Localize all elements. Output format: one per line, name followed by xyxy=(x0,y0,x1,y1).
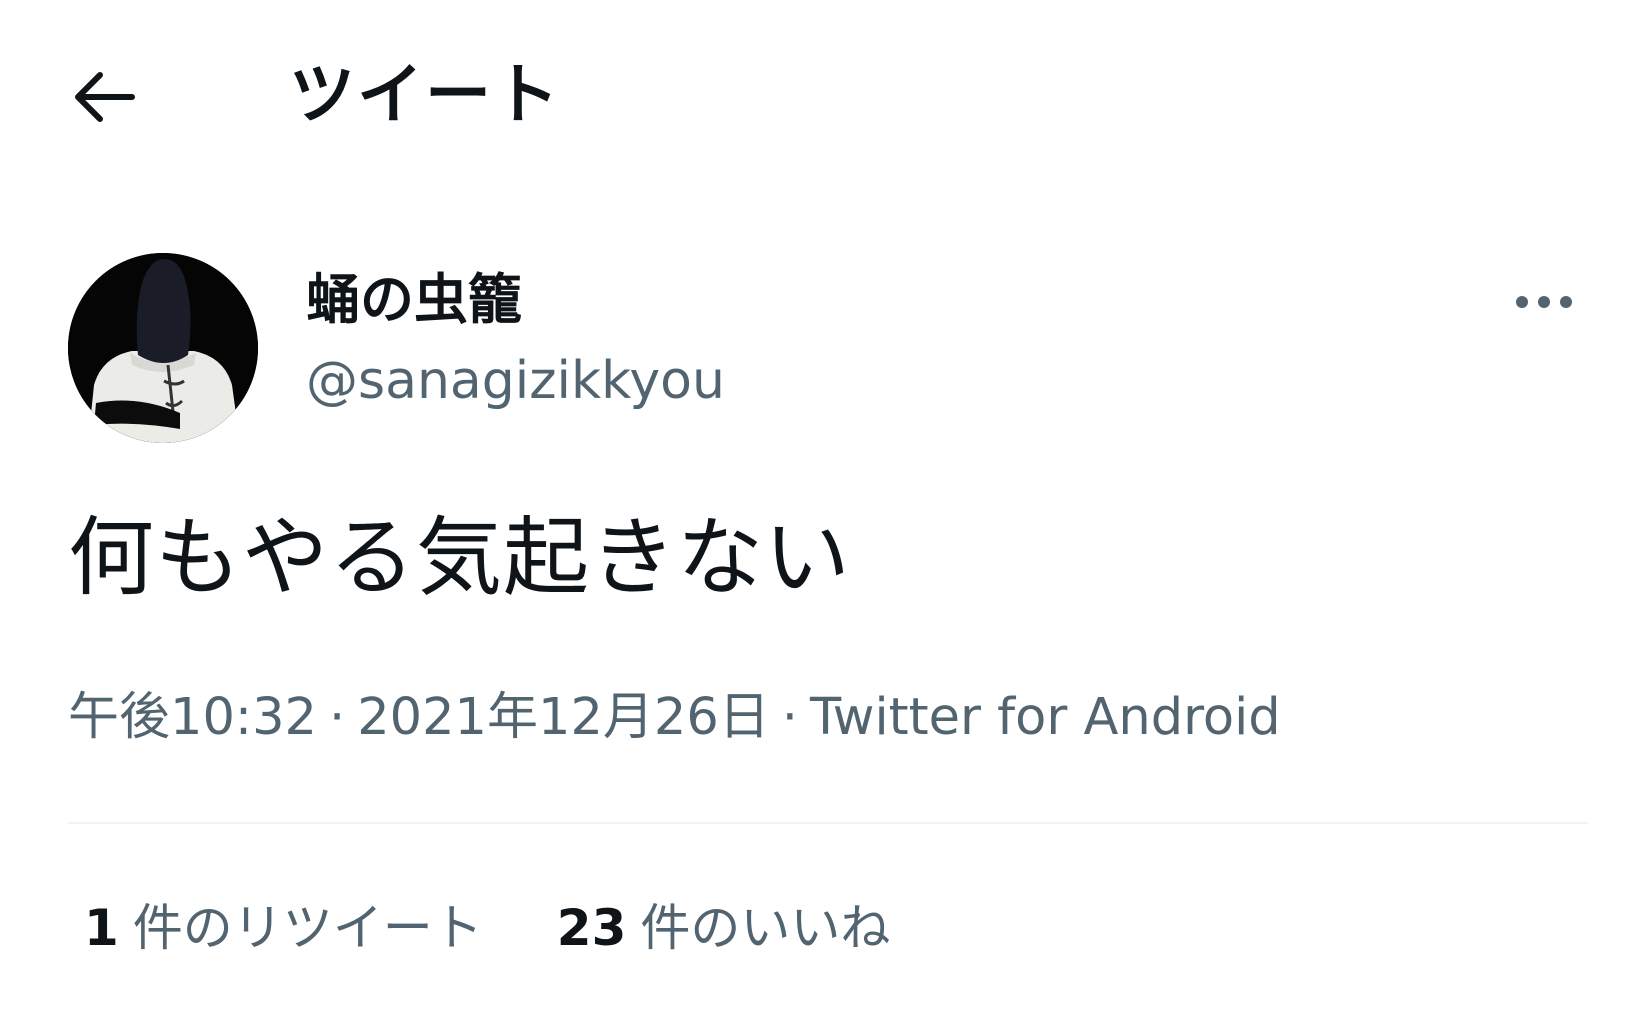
author-display-name[interactable]: 蛹の虫籠 xyxy=(306,262,522,338)
tweet-text: 何もやる気起きない xyxy=(68,508,851,608)
likes-label: 件のいいね xyxy=(640,899,891,957)
divider xyxy=(68,822,1588,824)
tweet-metadata: 午後10:32 · 2021年12月26日 · Twitter for Android xyxy=(68,682,1281,754)
top-bar: ツイート xyxy=(0,0,1644,190)
meta-separator: · xyxy=(781,688,799,747)
retweets-count: 1 xyxy=(84,899,119,957)
more-horizontal-icon xyxy=(1512,292,1576,316)
likes-count: 23 xyxy=(556,899,627,957)
tweet-time[interactable]: 午後10:32 xyxy=(68,688,317,747)
tweet-date[interactable]: 2021年12月26日 xyxy=(357,688,770,747)
meta-separator: · xyxy=(328,688,346,747)
arrow-left-icon xyxy=(70,69,136,129)
likes-stat[interactable]: 23 件のいいね xyxy=(557,892,891,964)
author-handle[interactable]: @sanagizikkyou xyxy=(306,345,725,417)
avatar[interactable] xyxy=(68,253,258,443)
back-button[interactable] xyxy=(66,62,140,136)
retweets-label: 件のリツイート xyxy=(132,899,483,957)
tweet-stats: 1 件のリツイート 23 件のいいね xyxy=(84,892,890,964)
page-title: ツイート xyxy=(289,56,561,133)
retweets-stat[interactable]: 1 件のリツイート xyxy=(84,892,483,964)
tweet-source[interactable]: Twitter for Android xyxy=(810,688,1281,747)
more-options-button[interactable] xyxy=(1508,280,1580,328)
